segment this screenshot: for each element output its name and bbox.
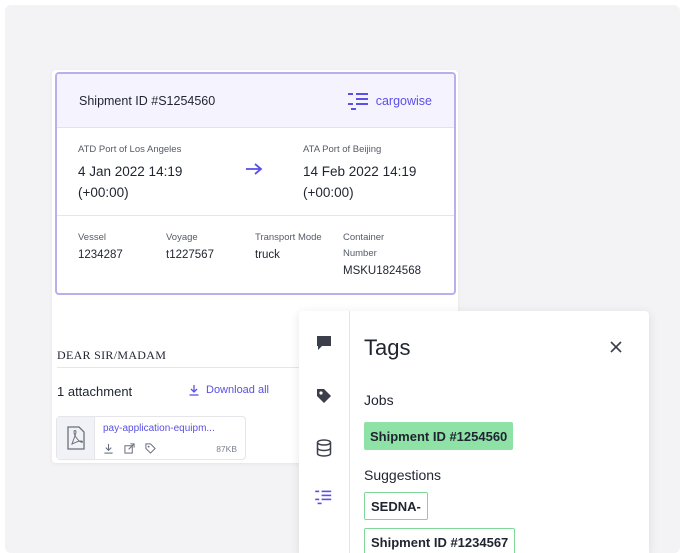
database-icon[interactable] xyxy=(314,438,334,458)
divider xyxy=(57,367,303,368)
attachment-count: 1 attachment xyxy=(57,384,133,399)
download-all-label: Download all xyxy=(206,384,269,396)
shipment-title: Shipment ID #S1254560 xyxy=(79,93,216,108)
tags-panel: Tags Jobs Shipment ID #1254560 Suggestio… xyxy=(299,311,649,553)
departure-time: 4 Jan 2022 14:19 (+00:00) xyxy=(78,164,183,200)
suggestions-label: Suggestions xyxy=(364,467,442,483)
attachment-actions xyxy=(103,443,156,454)
detail-value: truck xyxy=(255,249,280,261)
tag-icon[interactable] xyxy=(145,443,156,454)
suggestion-tag-chip[interactable]: Shipment ID #1234567 xyxy=(364,528,516,553)
detail-value: 1234287 xyxy=(78,249,123,261)
detail-label: Transport Mode xyxy=(255,232,322,243)
pdf-file-icon xyxy=(57,417,95,459)
departure-label: ATD Port of Los Angeles xyxy=(78,144,182,155)
detail-label: Voyage xyxy=(166,232,198,243)
email-salutation: DEAR SIR/MADAM xyxy=(57,348,167,362)
comment-icon[interactable] xyxy=(314,333,334,353)
cargowise-logo[interactable]: cargowise xyxy=(347,91,432,111)
arrow-right-icon xyxy=(246,163,263,175)
departure: ATD Port of Los Angeles 4 Jan 2022 14:19… xyxy=(78,144,218,203)
cargowise-icon[interactable] xyxy=(314,487,334,507)
attachment-file-name[interactable]: pay-application-equipm... xyxy=(103,423,241,434)
arrival-time: 14 Feb 2022 14:19 (+00:00) xyxy=(303,164,417,200)
route-section: ATD Port of Los Angeles 4 Jan 2022 14:19… xyxy=(57,128,454,216)
detail-voyage: Voyage t1227567 xyxy=(166,230,214,264)
cargowise-icon xyxy=(347,92,368,110)
tags-title: Tags xyxy=(364,335,411,360)
detail-value: MSKU1824568 xyxy=(343,265,421,277)
tags-side-rail xyxy=(299,311,350,553)
detail-container-number: Container Number MSKU1824568 xyxy=(343,230,443,280)
arrival: ATA Port of Beijing 14 Feb 2022 14:19 (+… xyxy=(303,144,443,203)
suggestion-tag-chip[interactable]: SEDNA- xyxy=(364,492,428,520)
attachment-file-size: 87KB xyxy=(216,444,237,454)
download-icon xyxy=(189,385,199,396)
jobs-label: Jobs xyxy=(364,392,394,408)
details-section: Vessel 1234287 Voyage t1227567 Transport… xyxy=(57,216,454,293)
shipment-card-header: Shipment ID #S1254560 cargowise xyxy=(57,74,454,128)
download-icon[interactable] xyxy=(103,443,114,454)
shipment-card: Shipment ID #S1254560 cargowise ATD Port… xyxy=(55,72,456,295)
close-icon[interactable] xyxy=(607,338,625,356)
detail-label: Container Number xyxy=(343,232,385,259)
attachment-card[interactable]: pay-application-equipm... 87KB xyxy=(56,416,246,460)
brand-name: cargowise xyxy=(375,93,432,108)
tag-icon[interactable] xyxy=(314,386,334,406)
detail-vessel: Vessel 1234287 xyxy=(78,230,123,264)
open-external-icon[interactable] xyxy=(124,443,135,454)
arrival-label: ATA Port of Beijing xyxy=(303,144,382,155)
job-tag-chip[interactable]: Shipment ID #1254560 xyxy=(364,422,514,450)
detail-value: t1227567 xyxy=(166,249,214,261)
detail-transport-mode: Transport Mode truck xyxy=(255,230,322,264)
detail-label: Vessel xyxy=(78,232,106,243)
download-all-button[interactable]: Download all xyxy=(188,384,269,396)
